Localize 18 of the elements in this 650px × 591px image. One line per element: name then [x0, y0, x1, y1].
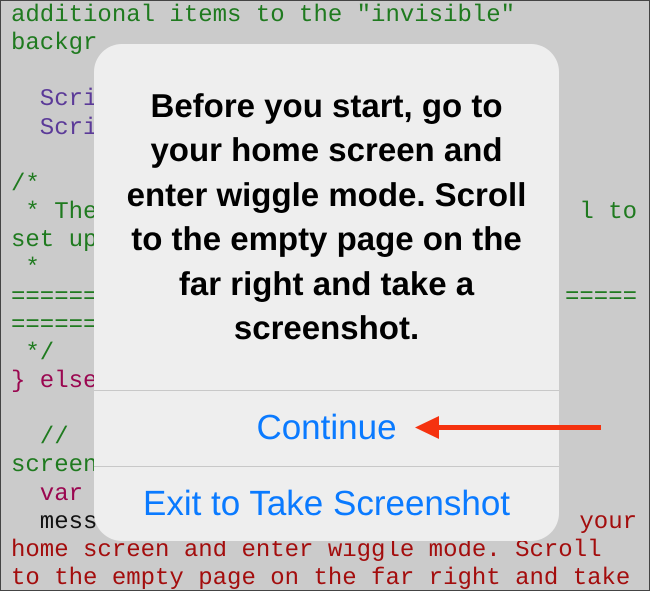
code-text: //	[38, 424, 69, 452]
code-text: to the empty page on the far right and take	[11, 565, 630, 590]
alert-action-button[interactable]: Exit to Take Screenshot	[94, 466, 559, 541]
code-text: additional items to the "invisible"	[11, 2, 516, 30]
code-text: ======	[11, 284, 98, 312]
alert-message: Before you start, go to your home screen and enter wiggle mode. Scroll to the empty page on the far right and take a screenshot.	[126, 86, 528, 348]
code-text: */	[24, 340, 54, 368]
code-text: * The	[24, 199, 98, 228]
code-text: your	[579, 508, 637, 537]
code-text: Scri	[38, 114, 98, 143]
code-text: =====	[564, 284, 637, 312]
code-text: ======	[11, 312, 98, 340]
code-text: /*	[11, 170, 40, 200]
code-text: l to	[579, 199, 637, 228]
code-text: Scri	[38, 86, 98, 115]
code-text: var	[38, 480, 84, 509]
code-text: backgr	[11, 30, 98, 58]
code-text: *	[24, 255, 40, 284]
